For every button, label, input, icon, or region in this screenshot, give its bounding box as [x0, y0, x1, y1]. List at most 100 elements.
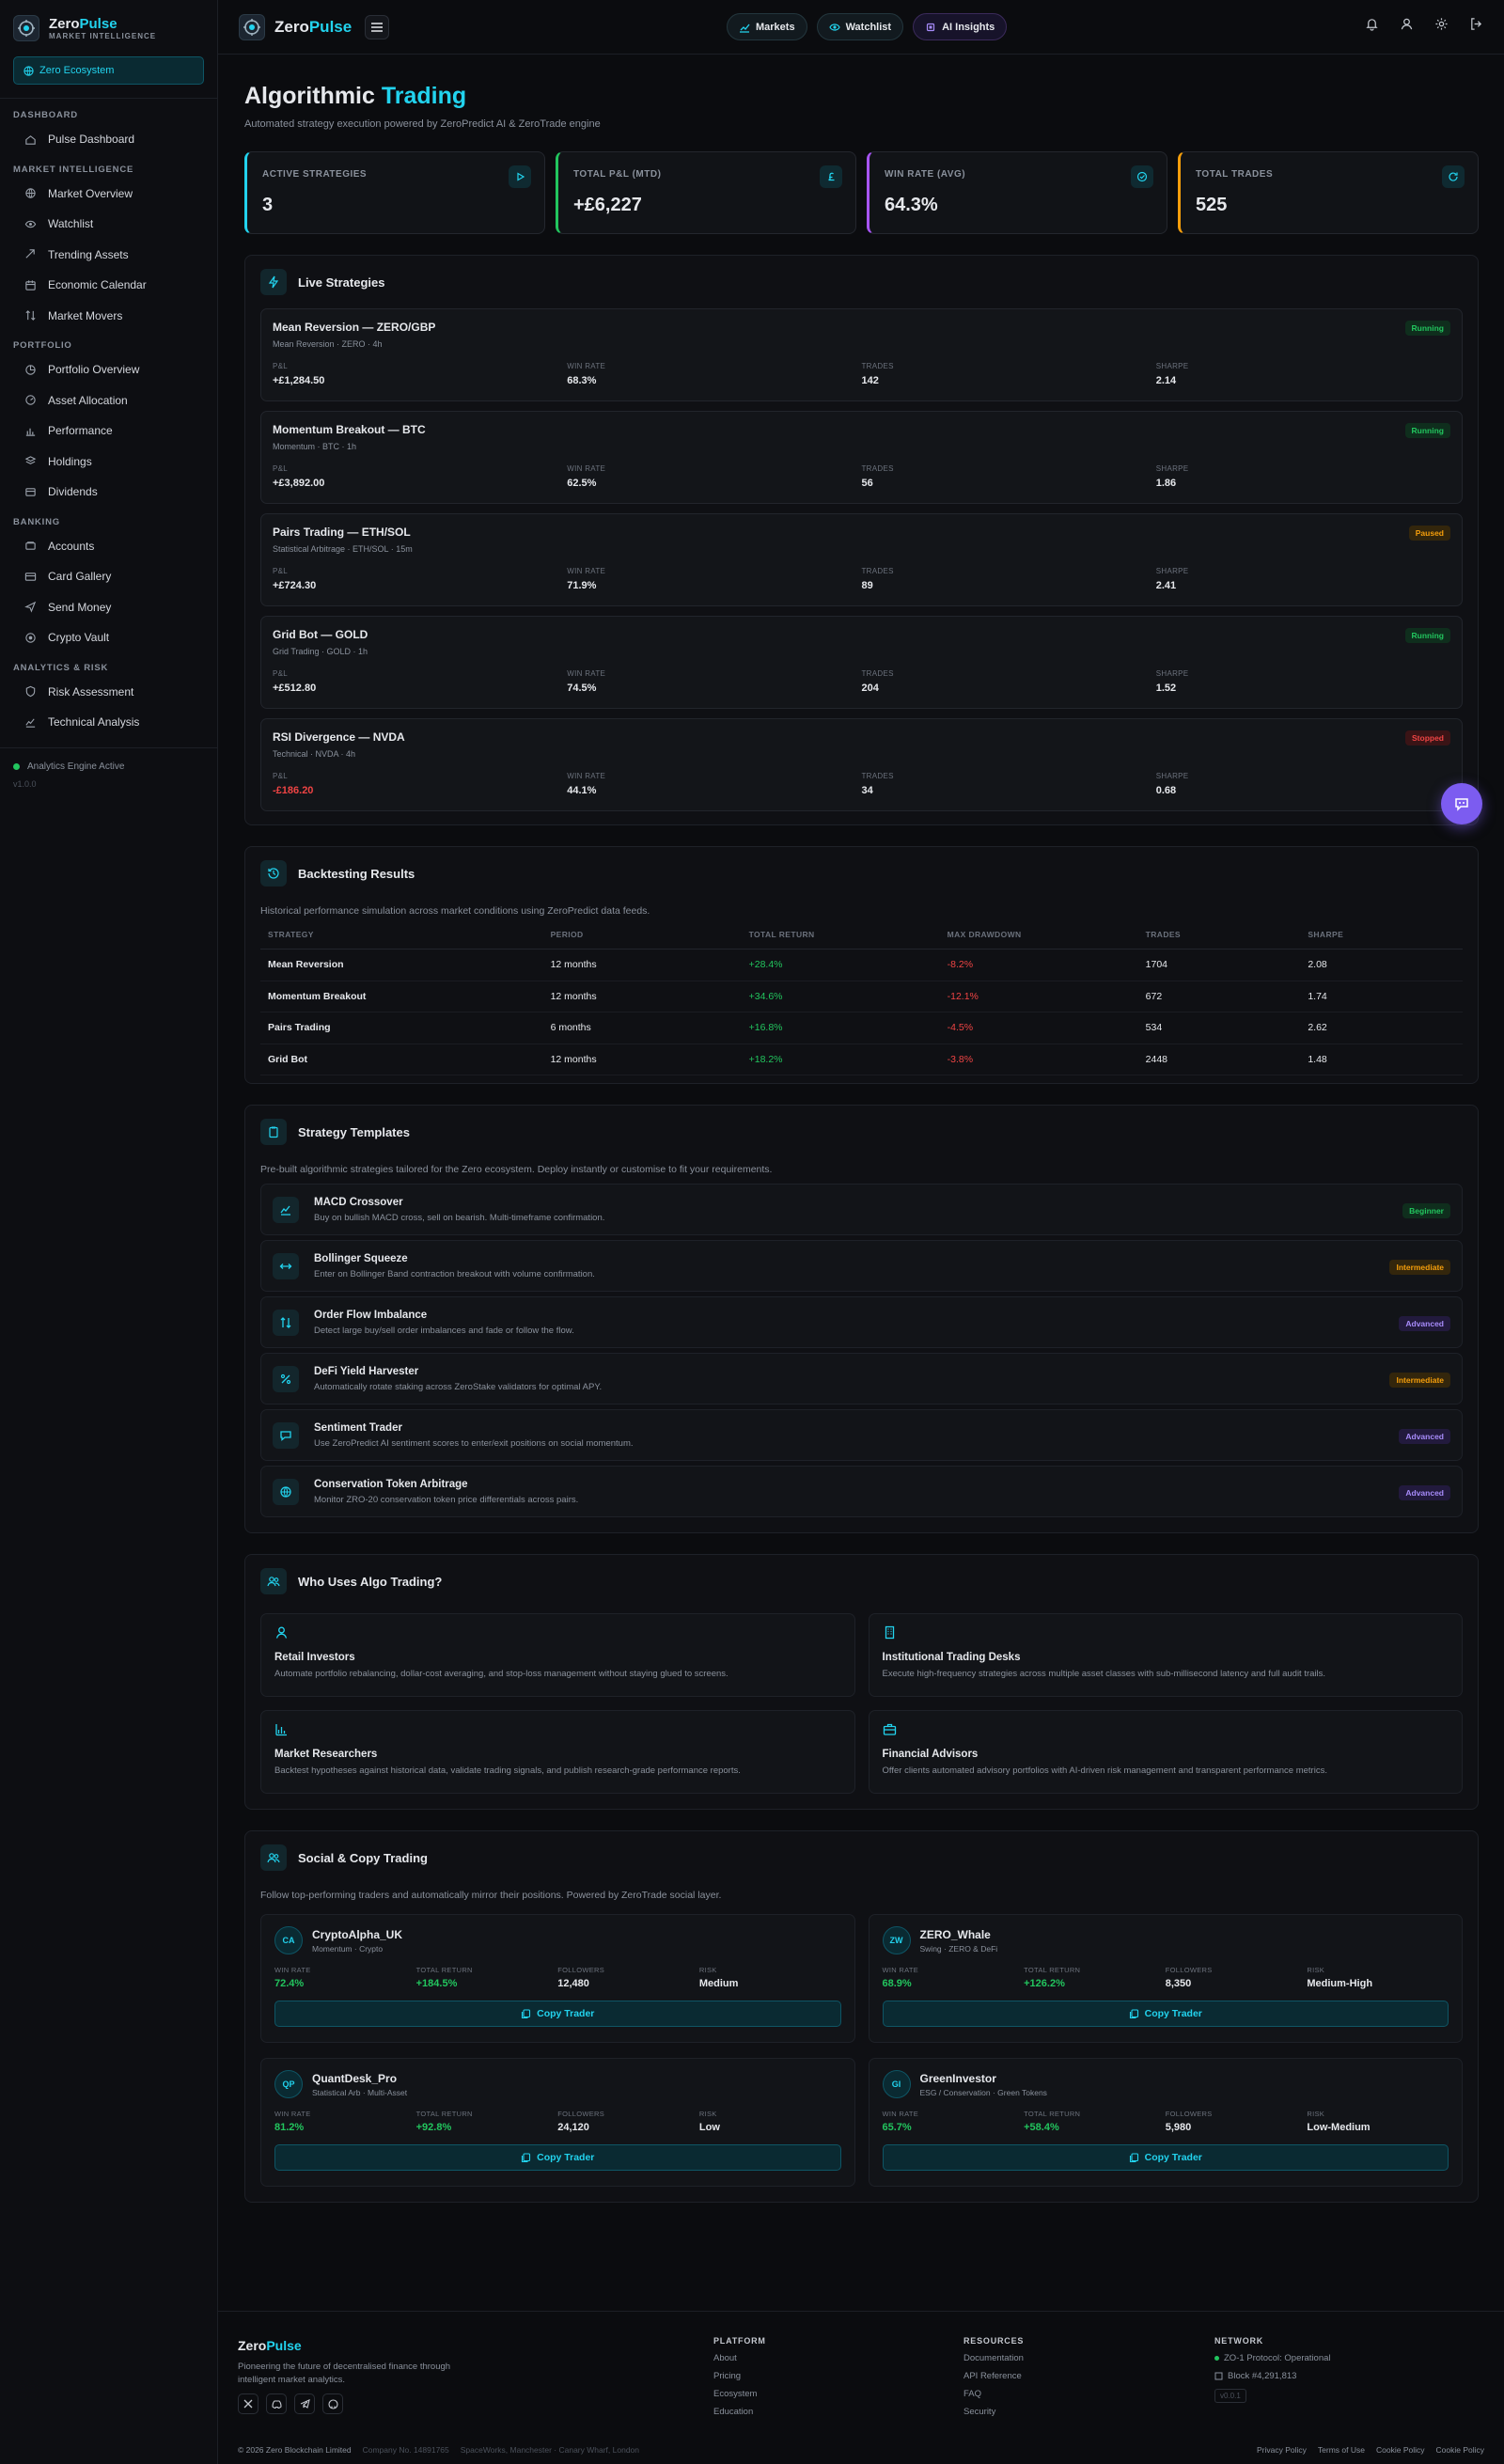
gear-icon[interactable] — [1434, 17, 1449, 31]
sidebar-item-send-money[interactable]: Send Money — [0, 592, 217, 623]
trader-metric-followers: 24,120 — [557, 2122, 589, 2133]
table-cell-trades: 1704 — [1137, 949, 1301, 981]
menu-toggle-button[interactable] — [365, 14, 390, 39]
sidebar-item-portfolio-overview[interactable]: Portfolio Overview — [0, 354, 217, 385]
privacy-link[interactable]: Privacy Policy — [1257, 2445, 1307, 2455]
table-row[interactable]: Mean Reversion 12 months +28.4% -8.2% 1704 2.… — [260, 949, 1463, 981]
bell-icon[interactable] — [1365, 17, 1379, 31]
telegram-icon[interactable] — [294, 2393, 315, 2414]
watchlist-pill[interactable]: Watchlist — [816, 13, 904, 40]
footer: ZeroPulse Pioneering the future of decen… — [218, 2311, 1504, 2464]
table-cell-period: 12 months — [542, 949, 742, 981]
sidebar-brand[interactable]: ZeroPulse MARKET INTELLIGENCE — [0, 0, 217, 49]
table-row[interactable]: Momentum Breakout 12 months +34.6% -12.1% 67… — [260, 981, 1463, 1012]
table-header-period[interactable]: PERIOD — [542, 930, 742, 950]
strategy-row[interactable]: Mean Reversion — ZERO/GBP Mean Reversion… — [260, 308, 1463, 401]
table-header-strategy[interactable]: STRATEGY — [260, 930, 543, 950]
sidebar-item-watchlist[interactable]: Watchlist — [0, 209, 217, 240]
sidebar-item-economic-calendar[interactable]: Economic Calendar — [0, 270, 217, 301]
footer-platform-col: PLATFORM About Pricing Ecosystem Educati… — [713, 2336, 766, 2417]
status-badge: Paused — [1408, 526, 1450, 541]
sidebar-item-crypto-vault[interactable]: Crypto Vault — [0, 622, 217, 653]
terms-link[interactable]: Terms of Use — [1318, 2445, 1365, 2455]
sidebar-item-accounts[interactable]: Accounts — [0, 531, 217, 562]
strategy-metric-win: 62.5% — [567, 478, 597, 489]
template-item-defi-yield-harvester[interactable]: DeFi Yield Harvester Automatically rotat… — [260, 1353, 1463, 1405]
x-icon[interactable] — [238, 2393, 258, 2414]
copy-trader-button[interactable]: Copy Trader — [882, 2001, 1449, 2027]
strategy-row[interactable]: Momentum Breakout — BTC Momentum · BTC ·… — [260, 411, 1463, 504]
level-badge: Advanced — [1399, 1429, 1450, 1444]
template-item-bollinger-squeeze[interactable]: Bollinger Squeeze Enter on Bollinger Ban… — [260, 1240, 1463, 1292]
sidebar-item-technical-analysis[interactable]: Technical Analysis — [0, 707, 217, 738]
template-item-macd-crossover[interactable]: MACD Crossover Buy on bullish MACD cross… — [260, 1184, 1463, 1235]
template-item-sentiment-trader[interactable]: Sentiment Trader Use ZeroPredict AI sent… — [260, 1409, 1463, 1461]
footer-link-education[interactable]: Education — [713, 2407, 766, 2417]
traders-grid: CA CryptoAlpha_UK Momentum · Crypto WIN … — [260, 1914, 1463, 2187]
footer-tagline: Pioneering the future of decentralised f… — [238, 2362, 451, 2385]
trader-metric-label: RISK — [698, 2110, 717, 2118]
user-icon[interactable] — [1400, 17, 1414, 31]
markets-pill[interactable]: Markets — [727, 13, 807, 40]
sidebar-item-market-overview[interactable]: Market Overview — [0, 179, 217, 210]
footer-link-faq[interactable]: FAQ — [964, 2389, 1024, 2399]
sidebar-section-title: PORTFOLIO — [13, 340, 72, 351]
sidebar-item-pulse-dashboard[interactable]: Pulse Dashboard — [0, 124, 217, 155]
ai-chat-button[interactable] — [1441, 783, 1482, 824]
check-circle-icon — [1131, 165, 1153, 188]
header-brand[interactable]: ZeroPulse — [239, 13, 352, 40]
template-name: Sentiment Trader — [314, 1421, 402, 1434]
footer-link-ecosystem[interactable]: Ecosystem — [713, 2389, 766, 2399]
eye-icon — [24, 220, 37, 228]
ecosystem-label: Zero Ecosystem — [39, 65, 115, 76]
discord-icon[interactable] — [266, 2393, 287, 2414]
sidebar-item-market-movers[interactable]: Market Movers — [0, 301, 217, 332]
copy-trader-button[interactable]: Copy Trader — [274, 2144, 841, 2171]
strategy-row[interactable]: Pairs Trading — ETH/SOL Statistical Arbi… — [260, 513, 1463, 606]
footer-link-about[interactable]: About — [713, 2353, 766, 2363]
sidebar-item-performance[interactable]: Performance — [0, 416, 217, 447]
shield-icon — [25, 686, 36, 698]
sidebar-item-asset-allocation[interactable]: Asset Allocation — [0, 385, 217, 416]
level-badge: Intermediate — [1389, 1373, 1450, 1388]
layers-icon — [24, 456, 37, 465]
sidebar-item-risk-assessment[interactable]: Risk Assessment — [0, 677, 217, 708]
github-icon[interactable] — [322, 2393, 343, 2414]
sidebar-section-title: DASHBOARD — [13, 110, 78, 120]
copy-trader-button[interactable]: Copy Trader — [274, 2001, 841, 2027]
strategy-row[interactable]: Grid Bot — GOLD Grid Trading · GOLD · 1h… — [260, 616, 1463, 709]
stat-value: +£6,227 — [573, 195, 642, 215]
cookie-link[interactable]: Cookie Policy — [1376, 2445, 1425, 2455]
strategy-meta: Momentum · BTC · 1h — [273, 442, 357, 451]
cookie-link-2[interactable]: Cookie Policy — [1436, 2445, 1485, 2455]
strategy-metric-pnl: +£1,284.50 — [273, 375, 325, 386]
template-item-conservation-token-arbitrage[interactable]: Conservation Token Arbitrage Monitor ZRO… — [260, 1466, 1463, 1517]
logout-icon[interactable] — [1469, 17, 1483, 31]
avatar: GI — [882, 2070, 911, 2098]
sidebar-item-label: Accounts — [48, 539, 95, 553]
sidebar-item-holdings[interactable]: Holdings — [0, 447, 217, 478]
template-item-order-flow-imbalance[interactable]: Order Flow Imbalance Detect large buy/se… — [260, 1296, 1463, 1348]
copy-trader-button[interactable]: Copy Trader — [882, 2144, 1449, 2171]
strategy-row[interactable]: RSI Divergence — NVDA Technical · NVDA ·… — [260, 718, 1463, 811]
sidebar-item-dividends[interactable]: Dividends — [0, 477, 217, 508]
sidebar-item-card-gallery[interactable]: Card Gallery — [0, 561, 217, 592]
footer-link-api[interactable]: API Reference — [964, 2371, 1024, 2381]
table-header-total-return[interactable]: TOTAL RETURN — [741, 930, 940, 950]
strategy-metric-trades: 204 — [861, 683, 879, 694]
engine-status: Analytics Engine Active — [27, 761, 125, 772]
sidebar-item-trending-assets[interactable]: Trending Assets — [0, 240, 217, 271]
table-header-trades[interactable]: TRADES — [1137, 930, 1301, 950]
ai-insights-pill[interactable]: AI Insights — [913, 13, 1008, 40]
stat-value: 64.3% — [885, 195, 938, 215]
audience-title: Institutional Trading Desks — [882, 1652, 1021, 1663]
ecosystem-button[interactable]: Zero Ecosystem — [13, 56, 204, 85]
footer-link-documentation[interactable]: Documentation — [964, 2353, 1024, 2363]
who-uses-grid: Retail Investors Automate portfolio reba… — [260, 1613, 1463, 1794]
footer-link-pricing[interactable]: Pricing — [713, 2371, 766, 2381]
table-row[interactable]: Grid Bot 12 months +18.2% -3.8% 2448 1.48 — [260, 1044, 1463, 1075]
table-row[interactable]: Pairs Trading 6 months +16.8% -4.5% 534 2.62 — [260, 1012, 1463, 1044]
table-header-sharpe[interactable]: SHARPE — [1300, 930, 1463, 950]
table-header-max-drawdown[interactable]: MAX DRAWDOWN — [939, 930, 1138, 950]
footer-link-security[interactable]: Security — [964, 2407, 1024, 2417]
